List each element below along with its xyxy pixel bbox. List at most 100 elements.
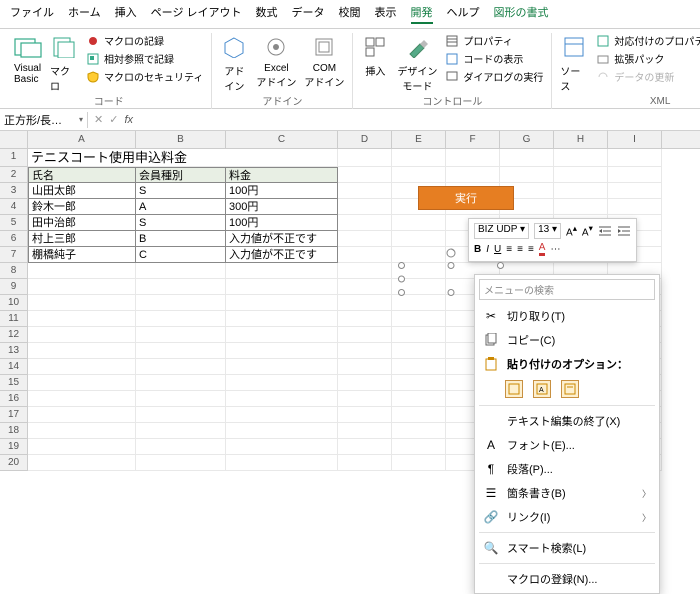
cell[interactable] xyxy=(392,439,446,455)
align-left-button[interactable]: ≡ xyxy=(506,244,512,255)
cell[interactable] xyxy=(554,167,608,183)
cell[interactable] xyxy=(28,375,136,391)
col-header[interactable]: H xyxy=(554,131,608,148)
map-properties-button[interactable]: 対応付けのプロパティ xyxy=(596,33,700,48)
cell[interactable] xyxy=(226,375,338,391)
cell[interactable] xyxy=(338,311,392,327)
enter-formula-icon[interactable]: ✓ xyxy=(109,113,118,126)
cell[interactable] xyxy=(338,183,392,199)
smart-lookup-menu-item[interactable]: 🔍スマート検索(L) xyxy=(475,536,659,560)
cell[interactable] xyxy=(608,183,662,199)
underline-button[interactable]: U xyxy=(494,244,501,255)
resize-handle[interactable] xyxy=(448,289,455,296)
cell[interactable] xyxy=(226,327,338,343)
row-header[interactable]: 5 xyxy=(0,215,28,231)
cell[interactable]: 氏名 xyxy=(28,167,136,183)
font-color-button[interactable]: A xyxy=(539,243,546,256)
col-header[interactable]: A xyxy=(28,131,136,148)
cell[interactable]: A xyxy=(136,199,226,215)
row-header[interactable]: 4 xyxy=(0,199,28,215)
col-header[interactable]: D xyxy=(338,131,392,148)
menu-item-5[interactable]: データ xyxy=(292,4,325,24)
cell[interactable] xyxy=(392,295,446,311)
cell[interactable] xyxy=(226,311,338,327)
paste-opt-2[interactable]: A xyxy=(533,380,551,398)
insert-control-button[interactable]: 挿入 xyxy=(361,33,389,78)
menu-item-1[interactable]: ホーム xyxy=(68,4,101,24)
decrease-indent-button[interactable] xyxy=(598,225,612,237)
grow-font-button[interactable]: A▴ xyxy=(566,223,577,238)
cell[interactable]: 入力値が不正です xyxy=(226,247,338,263)
name-box[interactable]: 正方形/長…▾ xyxy=(0,112,88,128)
menu-item-3[interactable]: ページ レイアウト xyxy=(151,4,242,24)
cell[interactable]: S xyxy=(136,183,226,199)
cell[interactable] xyxy=(226,439,338,455)
rotate-handle[interactable] xyxy=(446,248,456,258)
cell[interactable] xyxy=(28,423,136,439)
cell[interactable] xyxy=(392,247,446,263)
row-header[interactable]: 16 xyxy=(0,391,28,407)
cell[interactable] xyxy=(338,247,392,263)
cell[interactable] xyxy=(392,359,446,375)
cell[interactable] xyxy=(338,423,392,439)
col-header[interactable]: C xyxy=(226,131,338,148)
cell[interactable] xyxy=(392,167,446,183)
cell[interactable] xyxy=(338,231,392,247)
row-header[interactable]: 3 xyxy=(0,183,28,199)
row-header[interactable]: 20 xyxy=(0,455,28,471)
cancel-formula-icon[interactable]: ✕ xyxy=(94,113,103,126)
source-button[interactable]: ソース xyxy=(560,33,588,93)
resize-handle[interactable] xyxy=(398,262,405,269)
cell[interactable] xyxy=(554,183,608,199)
cell[interactable]: 田中治郎 xyxy=(28,215,136,231)
cell[interactable]: C xyxy=(136,247,226,263)
cell[interactable] xyxy=(136,423,226,439)
cell[interactable] xyxy=(608,167,662,183)
cell[interactable] xyxy=(392,391,446,407)
row-header[interactable]: 8 xyxy=(0,263,28,279)
row-header[interactable]: 1 xyxy=(0,149,28,167)
cell[interactable] xyxy=(608,199,662,215)
cell[interactable] xyxy=(554,149,608,167)
cell[interactable] xyxy=(28,407,136,423)
cell[interactable]: 100円 xyxy=(226,215,338,231)
font-select[interactable]: BIZ UDP ▾ xyxy=(474,223,529,239)
cell[interactable] xyxy=(226,391,338,407)
paragraph-menu-item[interactable]: ¶段落(P)... xyxy=(475,457,659,481)
cell[interactable] xyxy=(136,359,226,375)
cell[interactable] xyxy=(338,359,392,375)
properties-button[interactable]: プロパティ xyxy=(445,33,543,48)
cell[interactable] xyxy=(446,167,500,183)
cell[interactable] xyxy=(136,407,226,423)
cell[interactable] xyxy=(226,359,338,375)
excel-addin-button[interactable]: Excel アドイン xyxy=(256,33,296,89)
cell[interactable] xyxy=(554,199,608,215)
cell[interactable] xyxy=(226,295,338,311)
col-header[interactable]: G xyxy=(500,131,554,148)
cell[interactable] xyxy=(28,359,136,375)
link-menu-item[interactable]: 🔗リンク(I)〉 xyxy=(475,505,659,529)
cell[interactable] xyxy=(338,407,392,423)
cell[interactable] xyxy=(392,215,446,231)
cell[interactable] xyxy=(226,279,338,295)
fx-icon[interactable]: fx xyxy=(124,114,133,126)
cell[interactable] xyxy=(392,327,446,343)
cell[interactable] xyxy=(338,295,392,311)
row-header[interactable]: 11 xyxy=(0,311,28,327)
cell[interactable] xyxy=(338,375,392,391)
cut-menu-item[interactable]: ✂切り取り(T) xyxy=(475,304,659,328)
row-header[interactable]: 6 xyxy=(0,231,28,247)
cell[interactable] xyxy=(28,295,136,311)
cell[interactable]: 300円 xyxy=(226,199,338,215)
cell[interactable] xyxy=(136,439,226,455)
cell[interactable] xyxy=(28,327,136,343)
cell[interactable] xyxy=(338,149,392,167)
font-menu-item[interactable]: Aフォント(E)... xyxy=(475,433,659,457)
cell[interactable] xyxy=(28,279,136,295)
cell[interactable] xyxy=(392,231,446,247)
cell[interactable] xyxy=(136,279,226,295)
menu-item-2[interactable]: 挿入 xyxy=(115,4,137,24)
resize-handle[interactable] xyxy=(497,262,504,269)
cell[interactable] xyxy=(136,263,226,279)
menu-item-0[interactable]: ファイル xyxy=(10,4,54,24)
